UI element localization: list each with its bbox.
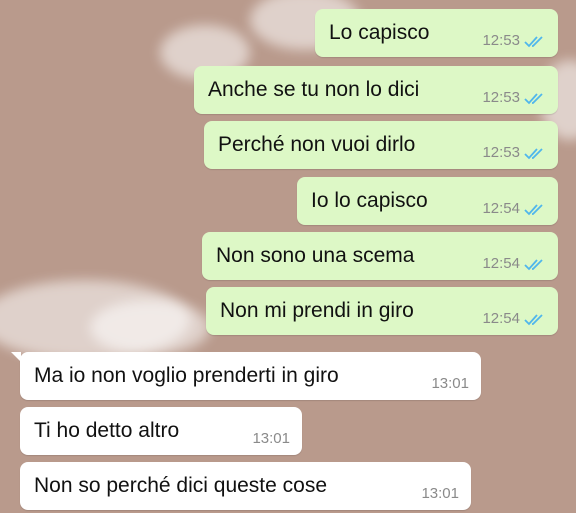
message-text: Non mi prendi in giro (220, 299, 414, 322)
message-time: 13:01 (252, 430, 290, 447)
message-bubble-incoming[interactable]: Non so perché dici queste cose 13:01 (20, 462, 471, 510)
message-time: 12:53 (482, 32, 520, 49)
message-time: 12:53 (482, 144, 520, 161)
message-bubble-outgoing[interactable]: Anche se tu non lo dici 12:53 (194, 66, 558, 114)
message-list[interactable]: Lo capisco 12:53 Anche se tu non lo dici… (0, 0, 576, 513)
message-bubble-outgoing[interactable]: Non sono una scema 12:54 (202, 232, 558, 280)
message-text: Anche se tu non lo dici (208, 78, 420, 101)
message-time: 12:53 (482, 89, 520, 106)
message-text: Non sono una scema (216, 244, 415, 267)
message-time: 12:54 (482, 310, 520, 327)
message-bubble-incoming[interactable]: Ti ho detto altro 13:01 (20, 407, 302, 455)
message-text: Lo capisco (329, 21, 430, 44)
double-check-icon (524, 147, 543, 159)
double-check-icon (524, 203, 543, 215)
message-bubble-outgoing[interactable]: Io lo capisco 12:54 (297, 177, 558, 225)
message-time: 12:54 (482, 200, 520, 217)
double-check-icon (524, 35, 543, 47)
message-time: 13:01 (431, 375, 469, 392)
message-text: Io lo capisco (311, 189, 428, 212)
message-time: 12:54 (482, 255, 520, 272)
message-bubble-outgoing[interactable]: Non mi prendi in giro 12:54 (206, 287, 558, 335)
message-time: 13:01 (421, 485, 459, 502)
message-text: Ti ho detto altro (34, 419, 180, 442)
message-text: Ma io non voglio prenderti in giro (34, 364, 339, 387)
message-bubble-outgoing[interactable]: Lo capisco 12:53 (315, 9, 558, 57)
message-text: Non so perché dici queste cose (34, 474, 328, 497)
double-check-icon (524, 258, 543, 270)
message-bubble-outgoing[interactable]: Perché non vuoi dirlo 12:53 (204, 121, 558, 169)
double-check-icon (524, 92, 543, 104)
message-text: Perché non vuoi dirlo (218, 133, 416, 156)
double-check-icon (524, 313, 543, 325)
message-bubble-incoming[interactable]: Ma io non voglio prenderti in giro 13:01 (20, 352, 481, 400)
